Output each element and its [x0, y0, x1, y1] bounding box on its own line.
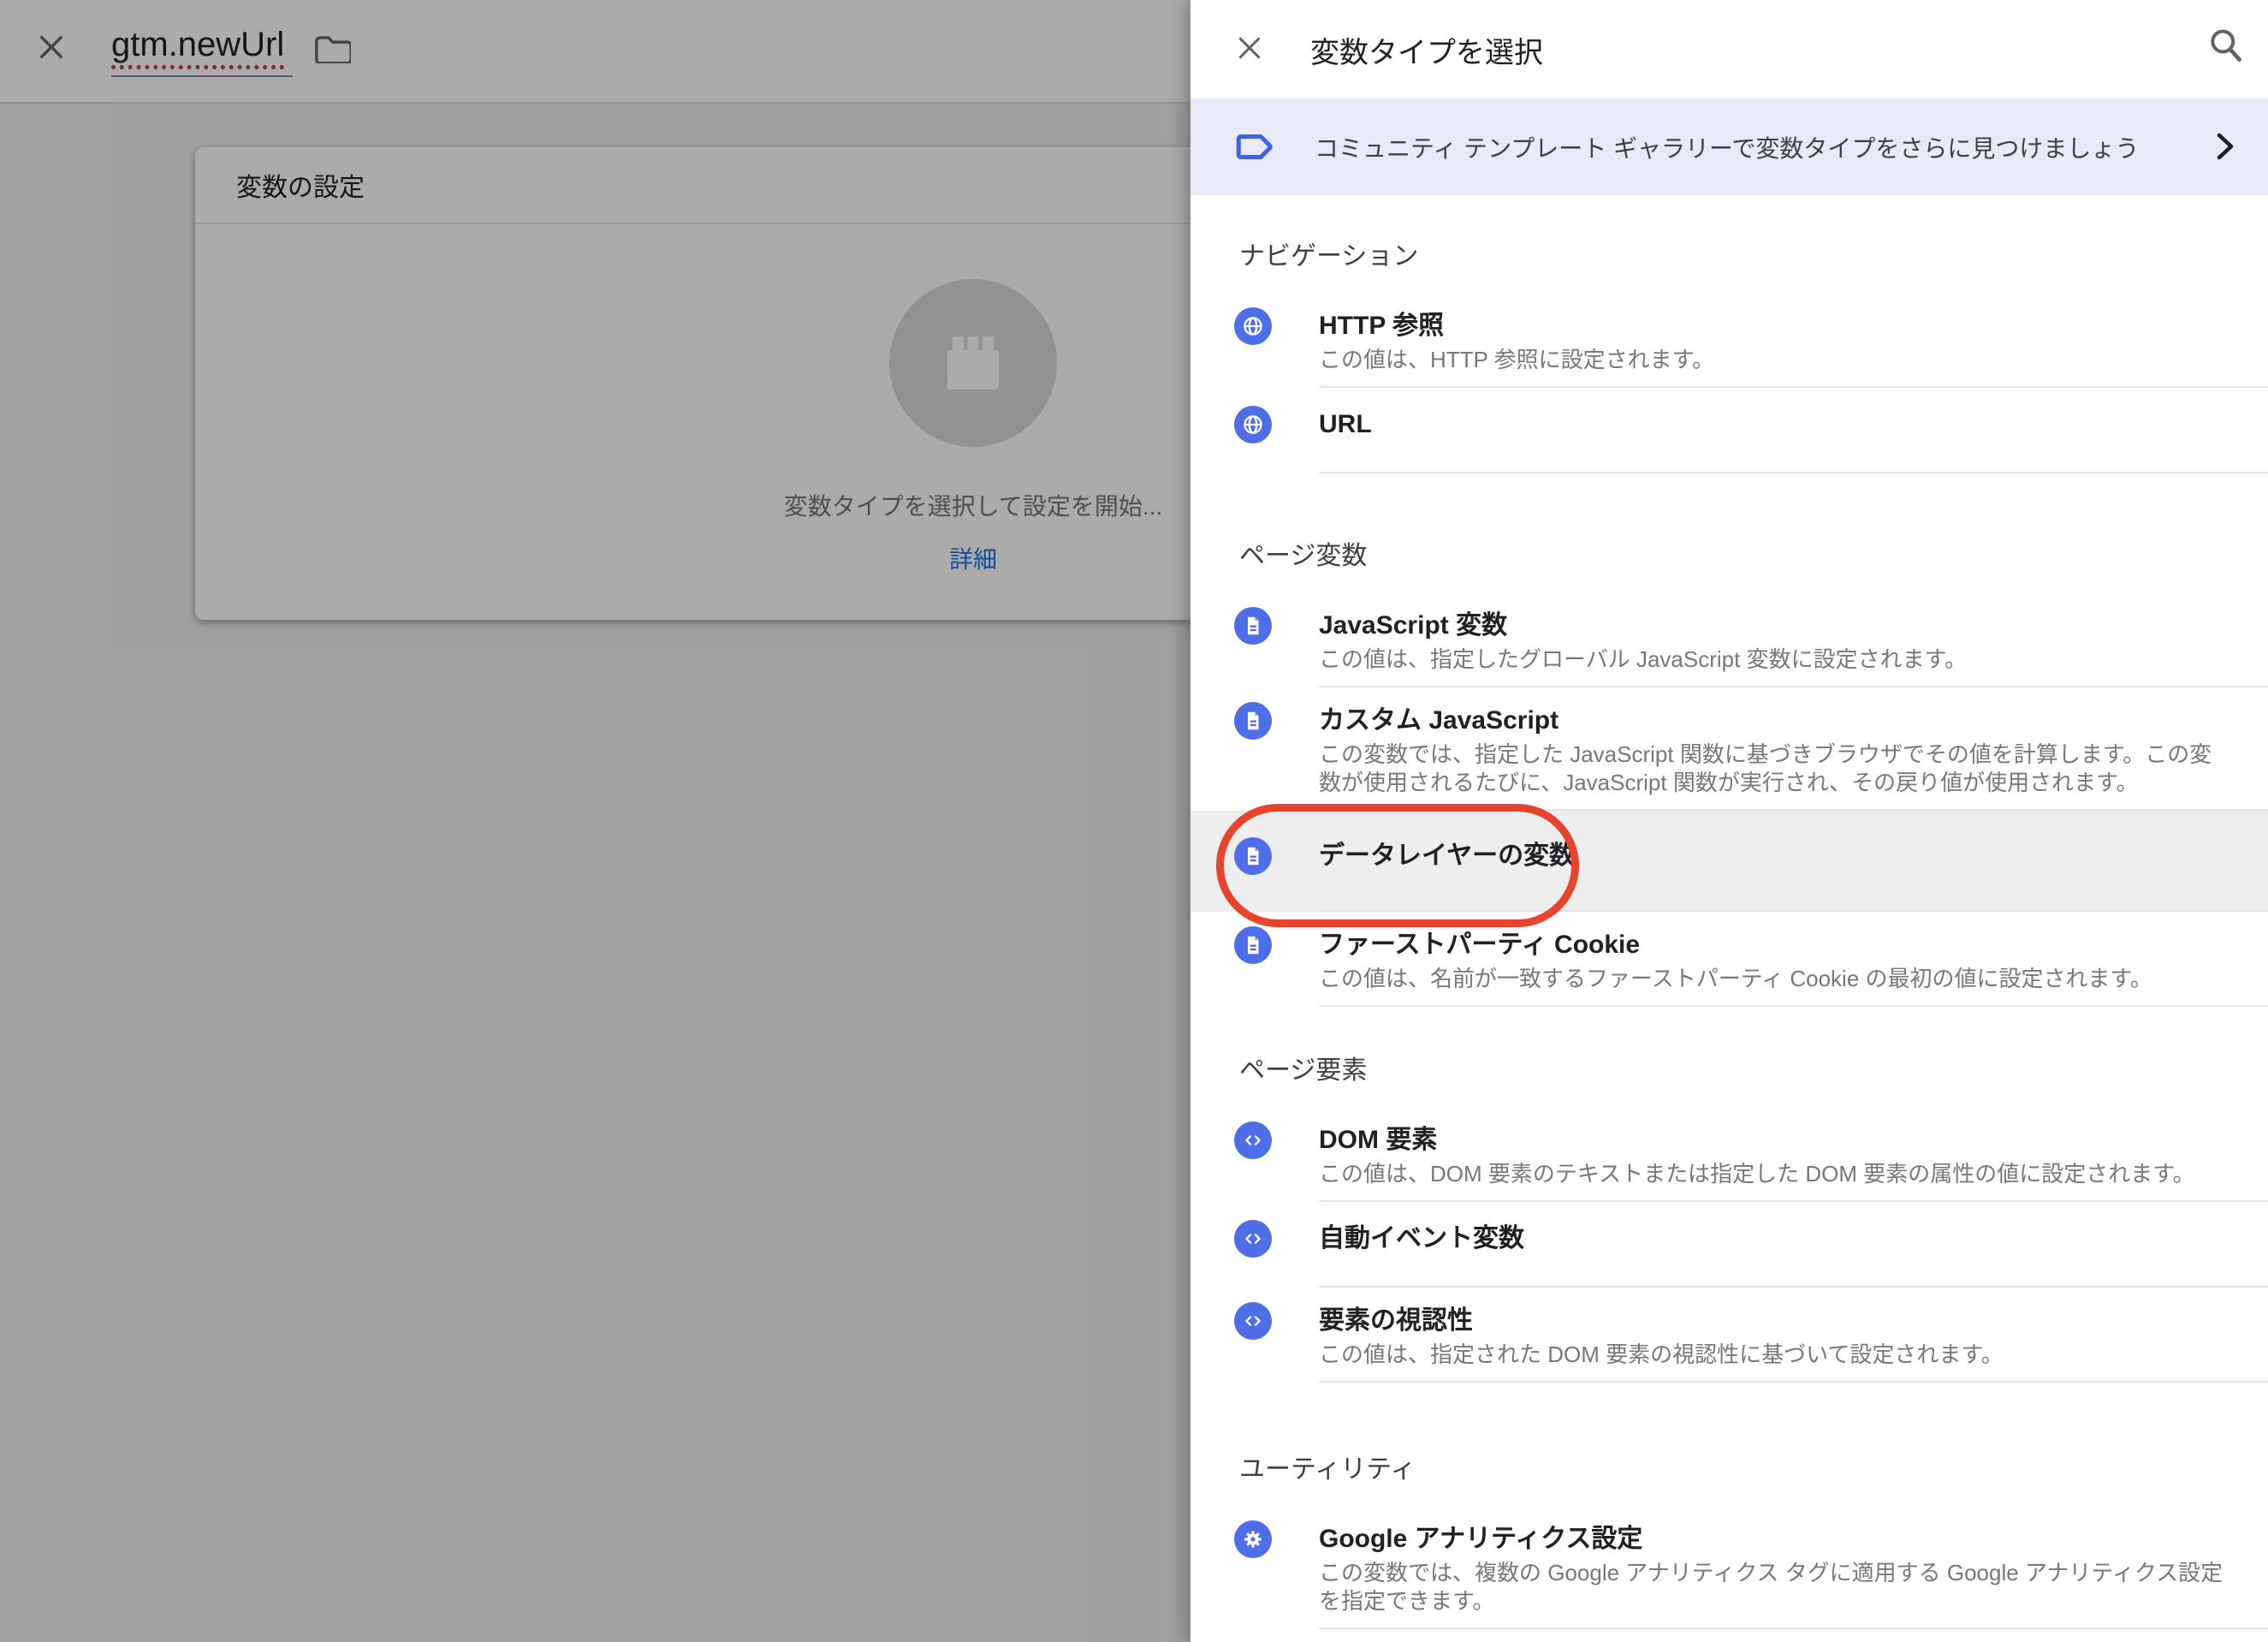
item-label: カスタム JavaScript: [1319, 708, 2227, 734]
search-icon[interactable]: [2206, 26, 2244, 67]
section-title: ユーティリティ: [1190, 1408, 2268, 1506]
variable-type-item[interactable]: カスタム JavaScript この変数では、指定した JavaScript 関…: [1190, 687, 2268, 811]
item-description: この値は、指定したグローバル JavaScript 変数に設定されます。: [1319, 645, 2227, 674]
variable-type-item[interactable]: 自動イベント変数: [1190, 1202, 2268, 1288]
item-description: この変数では、複数の Google アナリティクス タグに適用する Google…: [1319, 1559, 2227, 1615]
document-icon: [1234, 837, 1272, 875]
panel-title: 変数タイプを選択: [1310, 29, 1543, 71]
item-label: URL: [1319, 412, 2227, 437]
document-icon: [1234, 607, 1272, 645]
variable-type-item[interactable]: URL: [1190, 388, 2268, 473]
item-label: 要素の視認性: [1319, 1308, 2227, 1334]
variable-type-section: ページ要素 DOM 要素 この値は、DOM 要素のテキストまたは指定した DOM…: [1190, 1009, 2268, 1383]
section-title: ページ変数: [1190, 495, 2268, 592]
item-label: DOM 要素: [1319, 1127, 2227, 1153]
section-title: ナビゲーション: [1190, 195, 2268, 293]
item-label: Google アナリティクス設定: [1319, 1526, 2227, 1552]
gear-icon: [1234, 1520, 1272, 1558]
variable-type-section: ページ変数 JavaScript 変数 この値は、指定したグローバル JavaS…: [1190, 495, 2268, 1007]
item-label: 自動イベント変数: [1319, 1226, 2227, 1252]
item-label: データレイヤーの変数: [1319, 843, 2227, 869]
globe-icon: [1234, 406, 1272, 443]
banner-text: コミュニティ テンプレート ギャラリーで変数タイプをさらに見つけましょう: [1315, 130, 2233, 164]
variable-type-item[interactable]: DOM 要素 この値は、DOM 要素のテキストまたは指定した DOM 要素の属性…: [1190, 1107, 2268, 1202]
item-label: HTTP 参照: [1319, 313, 2227, 339]
item-label: JavaScript 変数: [1319, 613, 2227, 639]
variable-type-item[interactable]: Google アナリティクス設定 この変数では、複数の Google アナリティ…: [1190, 1506, 2268, 1629]
chevron-right-icon: [2215, 133, 2235, 160]
code-icon: [1234, 1302, 1272, 1340]
variable-type-panel: 変数タイプを選択 コミュニティ テンプレート ギャラリーで変数タイプをさらに見つ…: [1190, 0, 2268, 1642]
globe-icon: [1234, 307, 1272, 345]
variable-type-section: ナビゲーション HTTP 参照 この値は、HTTP 参照に設定されます。 URL: [1190, 195, 2268, 473]
item-description: この値は、DOM 要素のテキストまたは指定した DOM 要素の属性の値に設定され…: [1319, 1160, 2227, 1188]
document-icon: [1234, 702, 1272, 740]
template-gallery-icon: [1236, 133, 1274, 161]
item-label: ファーストパーティ Cookie: [1319, 932, 2227, 958]
variable-type-item[interactable]: HTTP 参照 この値は、HTTP 参照に設定されます。: [1190, 293, 2268, 388]
variable-type-item[interactable]: Google タグ: イベントの設定: [1190, 1629, 2268, 1642]
close-icon[interactable]: [1236, 34, 1263, 62]
document-icon: [1234, 926, 1272, 964]
variable-type-list: ナビゲーション HTTP 参照 この値は、HTTP 参照に設定されます。 URL…: [1190, 195, 2268, 1642]
variable-type-item[interactable]: ファーストパーティ Cookie この値は、名前が一致するファーストパーティ C…: [1190, 912, 2268, 1007]
variable-type-section: ユーティリティ Google アナリティクス設定 この変数では、複数の Goog…: [1190, 1408, 2268, 1642]
variable-type-item[interactable]: データレイヤーの変数: [1190, 811, 2268, 912]
community-gallery-banner[interactable]: コミュニティ テンプレート ギャラリーで変数タイプをさらに見つけましょう: [1190, 98, 2268, 195]
item-description: この値は、名前が一致するファーストパーティ Cookie の最初の値に設定されま…: [1319, 965, 2227, 993]
code-icon: [1234, 1220, 1272, 1258]
item-description: この値は、指定された DOM 要素の視認性に基づいて設定されます。: [1319, 1341, 2227, 1369]
code-icon: [1234, 1121, 1272, 1159]
panel-header: 変数タイプを選択: [1190, 0, 2268, 98]
variable-type-item[interactable]: 要素の視認性 この値は、指定された DOM 要素の視認性に基づいて設定されます。: [1190, 1288, 2268, 1383]
item-description: この変数では、指定した JavaScript 関数に基づきブラウザでその値を計算…: [1319, 741, 2227, 797]
item-description: この値は、HTTP 参照に設定されます。: [1319, 346, 2227, 374]
gtm-variable-editor-screen: gtm.newUrl 変数の設定 変数タイプを選択して設定を開始... 詳細: [0, 0, 2268, 1642]
variable-type-item[interactable]: JavaScript 変数 この値は、指定したグローバル JavaScript …: [1190, 592, 2268, 687]
section-title: ページ要素: [1190, 1009, 2268, 1107]
